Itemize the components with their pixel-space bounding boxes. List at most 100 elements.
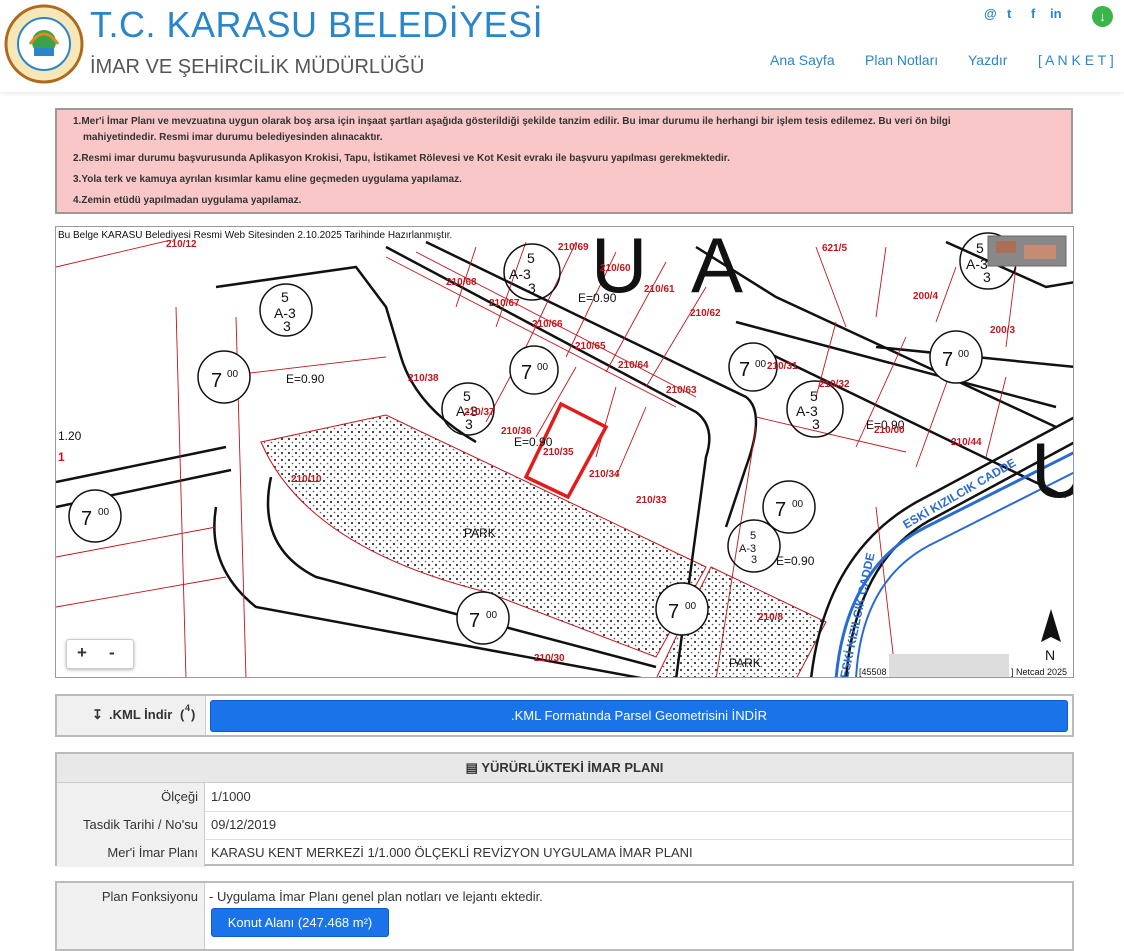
zoom-controls: + -	[66, 639, 134, 669]
svg-text:210/32: 210/32	[819, 379, 850, 390]
svg-text:7: 7	[81, 508, 92, 530]
note-4: 4.Zemin etüdü yapılmadan uygulama yapıla…	[73, 195, 302, 206]
map-canvas[interactable]: U A U 700 700 700 700 700 700 700 700 5	[56, 227, 1074, 678]
facebook-icon[interactable]: f	[1031, 6, 1035, 21]
svg-text:N: N	[1045, 647, 1055, 663]
svg-text:210/61: 210/61	[644, 284, 675, 295]
svg-text:00: 00	[958, 349, 970, 360]
plan-table-heading: ▤ YÜRÜRLÜKTEKİ İMAR PLANI	[57, 754, 1072, 783]
zone-area-button[interactable]: Konut Alanı (247.468 m²)	[211, 908, 389, 937]
table-row: Tasdik Tarihi / No'su 09/12/2019	[57, 811, 1072, 840]
nav-home[interactable]: Ana Sayfa	[770, 52, 835, 68]
svg-text:210/8: 210/8	[758, 612, 783, 623]
zoning-map[interactable]: U A U 700 700 700 700 700 700 700 700 5	[55, 226, 1074, 678]
row-key-scale: Ölçeği	[57, 783, 205, 811]
kml-download-button[interactable]: .KML Formatında Parsel Geometrisini İNDİ…	[210, 700, 1068, 732]
twitter-icon[interactable]: t	[1007, 6, 1011, 21]
svg-text:5: 5	[527, 250, 535, 266]
row-value-scale: 1/1000	[211, 789, 251, 804]
svg-text:E=0.90: E=0.90	[286, 372, 325, 386]
map-banner: Bu Belge KARASU Belediyesi Resmi Web Sit…	[58, 230, 452, 241]
nav-survey[interactable]: [ A N K E T ]	[1038, 52, 1114, 68]
row-key-function: Plan Fonksiyonu	[57, 883, 205, 949]
table-row: Ölçeği 1/1000	[57, 783, 1072, 812]
email-icon[interactable]: @	[984, 6, 997, 21]
svg-text:210/67: 210/67	[489, 298, 520, 309]
note-1-cont: mahiyetindedir. Resmi imar durumu beledi…	[83, 132, 383, 143]
svg-text:210/33: 210/33	[636, 495, 667, 506]
svg-text:7: 7	[469, 610, 480, 632]
svg-text:3: 3	[751, 554, 757, 566]
svg-text:210/62: 210/62	[690, 308, 721, 319]
svg-text:210/69: 210/69	[558, 242, 589, 253]
kml-footnote: 4	[185, 703, 191, 713]
svg-text:7: 7	[739, 359, 750, 381]
svg-text:3: 3	[465, 416, 473, 432]
map-attribution: [45508	[859, 667, 887, 677]
zoom-out-button[interactable]: -	[109, 643, 115, 663]
svg-text:7: 7	[942, 349, 953, 371]
row-value-function: - Uygulama İmar Planı genel plan notları…	[209, 889, 543, 904]
municipality-logo[interactable]	[4, 4, 84, 84]
plan-notes-box: 1.Mer'i İmar Planı ve mevzuatına uygun o…	[55, 108, 1073, 214]
svg-text:5: 5	[750, 530, 756, 542]
linkedin-icon[interactable]: in	[1050, 6, 1062, 21]
svg-text:00: 00	[792, 499, 804, 510]
svg-text:E=0.90: E=0.90	[578, 291, 617, 305]
svg-text:210/36: 210/36	[501, 426, 532, 437]
note-3: 3.Yola terk ve kamuya ayrılan kısımlar k…	[73, 174, 462, 185]
svg-text:00: 00	[486, 610, 498, 621]
kml-row: ↧ .KML İndir ( 4 ) .KML Formatında Parse…	[55, 694, 1074, 737]
site-header: T.C. KARASU BELEDİYESİ İMAR VE ŞEHİRCİLİ…	[0, 0, 1124, 92]
map-big-letter-a: A	[691, 227, 743, 309]
download-icon[interactable]: ↓	[1092, 6, 1113, 27]
svg-text:7: 7	[775, 499, 786, 521]
plan-function-table: Plan Fonksiyonu - Uygulama İmar Planı ge…	[55, 881, 1074, 951]
svg-text:210/68: 210/68	[446, 277, 477, 288]
row-value-date: 09/12/2019	[211, 817, 277, 832]
svg-text:210/38: 210/38	[408, 373, 439, 384]
svg-text:210/00: 210/00	[874, 425, 905, 436]
map-attribution-2: ] Netcad 2025	[1011, 667, 1067, 677]
svg-text:5: 5	[810, 388, 818, 404]
zoom-in-button[interactable]: +	[77, 643, 87, 663]
site-subtitle: İMAR VE ŞEHİRCİLİK MÜDÜRLÜĞÜ	[90, 56, 425, 78]
map-edge-label-2: 1	[58, 450, 65, 464]
north-arrow: N	[1041, 609, 1061, 663]
kml-label: .KML İndir	[109, 707, 173, 722]
svg-text:210/60: 210/60	[600, 263, 631, 274]
row-key-date: Tasdik Tarihi / No'su	[57, 811, 205, 839]
svg-text:00: 00	[685, 601, 697, 612]
kml-label-open: (	[180, 707, 185, 722]
svg-text:E=0.90: E=0.90	[776, 554, 815, 568]
svg-text:3: 3	[812, 416, 820, 432]
svg-text:7: 7	[521, 362, 532, 384]
plan-table: ▤ YÜRÜRLÜKTEKİ İMAR PLANI Ölçeği 1/1000 …	[55, 752, 1074, 867]
svg-text:210/66: 210/66	[532, 319, 563, 330]
svg-text:7: 7	[668, 601, 679, 623]
nav-print[interactable]: Yazdır	[968, 52, 1007, 68]
note-2: 2.Resmi imar durumu başvurusunda Aplikas…	[73, 153, 730, 164]
row-key-plan: Mer'i İmar Planı	[57, 839, 205, 867]
nav-plan-notes[interactable]: Plan Notları	[865, 52, 938, 68]
svg-text:210/34: 210/34	[589, 469, 620, 480]
svg-text:5: 5	[281, 289, 289, 305]
row-value-plan: KARASU KENT MERKEZİ 1/1.000 ÖLÇEKLİ REVİ…	[211, 845, 693, 860]
park-label-2: PARK	[729, 656, 761, 670]
svg-text:3: 3	[283, 318, 291, 334]
svg-text:210/37: 210/37	[464, 407, 495, 418]
note-1: 1.Mer'i İmar Planı ve mevzuatına uygun o…	[73, 116, 951, 127]
svg-text:200/3: 200/3	[990, 325, 1015, 336]
svg-text:210/31: 210/31	[767, 361, 798, 372]
kml-label-cell: ↧ .KML İndir ( 4 )	[57, 696, 206, 735]
svg-text:7: 7	[211, 370, 222, 392]
svg-text:210/64: 210/64	[618, 360, 649, 371]
svg-text:210/63: 210/63	[666, 385, 697, 396]
svg-text:3: 3	[528, 280, 536, 296]
svg-text:00: 00	[755, 359, 767, 370]
table-row: Mer'i İmar Planı KARASU KENT MERKEZİ 1/1…	[57, 839, 1072, 867]
svg-text:00: 00	[227, 369, 239, 380]
document-icon: ▤	[465, 760, 478, 775]
svg-text:200/4: 200/4	[913, 291, 938, 302]
svg-text:621/5: 621/5	[822, 243, 847, 254]
